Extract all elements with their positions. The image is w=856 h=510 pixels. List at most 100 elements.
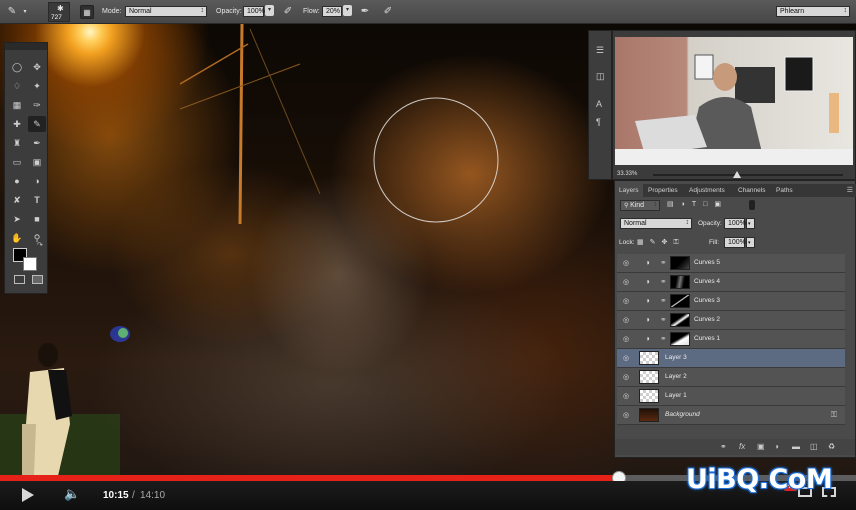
- visibility-eye-icon[interactable]: ◎: [623, 411, 629, 419]
- trash-icon[interactable]: ♻: [828, 442, 835, 451]
- visibility-eye-icon[interactable]: ◎: [623, 278, 629, 286]
- folder-icon[interactable]: ▬: [792, 442, 800, 451]
- chevron-down-icon[interactable]: ▾: [18, 5, 32, 19]
- tab-layers[interactable]: Layers: [615, 184, 643, 197]
- move-tool-icon[interactable]: ✥: [28, 59, 46, 75]
- mask-link-icon[interactable]: ⚭: [660, 277, 667, 286]
- mask-link-icon[interactable]: ⚭: [660, 296, 667, 305]
- visibility-eye-icon[interactable]: ◎: [623, 259, 629, 267]
- shape-filter-icon[interactable]: □: [703, 201, 714, 208]
- path-selection-icon[interactable]: ➤: [8, 211, 26, 227]
- layer-row-curves-2[interactable]: ◎ ◑ ⚭ Curves 2: [617, 311, 845, 330]
- lasso-tool-icon[interactable]: ◯: [8, 59, 26, 75]
- eraser-icon[interactable]: ▭: [8, 154, 26, 170]
- layer-thumbnail[interactable]: [639, 370, 659, 384]
- visibility-eye-icon[interactable]: ◎: [623, 297, 629, 305]
- layer-mask-thumbnail[interactable]: [670, 294, 690, 308]
- new-layer-icon[interactable]: ◫: [810, 442, 818, 451]
- fill-input[interactable]: 100%: [724, 237, 746, 248]
- smart-filter-icon[interactable]: ▣: [714, 201, 728, 208]
- pressure-size-icon[interactable]: ✐: [381, 5, 395, 19]
- eyedropper-icon[interactable]: ✑: [28, 97, 46, 113]
- tab-adjustments[interactable]: Adjustments: [689, 187, 725, 194]
- zoom-slider[interactable]: [653, 171, 843, 178]
- zoom-slider-handle[interactable]: [733, 171, 741, 178]
- type-filter-icon[interactable]: T: [692, 201, 703, 208]
- stamp-tool-icon[interactable]: ♜: [8, 135, 26, 151]
- filter-kind-select[interactable]: ⚲ Kind: [620, 200, 660, 211]
- layer-opacity-dropdown-icon[interactable]: ▾: [746, 218, 755, 229]
- shape-tool-icon[interactable]: ■: [28, 211, 46, 227]
- visibility-eye-icon[interactable]: ◎: [623, 335, 629, 343]
- mask-link-icon[interactable]: ⚭: [660, 258, 667, 267]
- brush-tool-icon[interactable]: ✎: [5, 5, 19, 19]
- hand-tool-icon[interactable]: ✋: [8, 230, 26, 246]
- mask-icon[interactable]: ▣: [757, 442, 765, 451]
- zoom-level[interactable]: 33.33%: [617, 171, 637, 177]
- adjustment-icon[interactable]: ◑: [774, 442, 779, 451]
- pixel-filter-icon[interactable]: ▤: [667, 201, 681, 208]
- swap-colors-icon[interactable]: ↷: [37, 241, 43, 249]
- healing-brush-icon[interactable]: ✚: [8, 116, 26, 132]
- lock-transparency-icon[interactable]: ▦: [637, 239, 650, 246]
- fx-icon[interactable]: fx: [739, 442, 745, 451]
- tab-properties[interactable]: Properties: [648, 187, 678, 194]
- layer-opacity-input[interactable]: 100%: [724, 218, 746, 229]
- brush-tool-icon[interactable]: ✎: [28, 116, 46, 132]
- flow-dropdown-icon[interactable]: ▾: [343, 5, 352, 16]
- tools-panel-header[interactable]: [5, 43, 47, 50]
- lock-pixels-icon[interactable]: ✎: [650, 239, 662, 246]
- mask-link-icon[interactable]: ⚭: [660, 334, 667, 343]
- layer-thumbnail[interactable]: [639, 408, 659, 422]
- paragraph-icon[interactable]: ¶: [596, 117, 601, 127]
- visibility-eye-icon[interactable]: ◎: [623, 373, 629, 381]
- layer-row-background[interactable]: ◎ Background ⚿: [617, 406, 845, 425]
- filter-icons[interactable]: ▤◑T□▣: [667, 200, 728, 208]
- layer-row-layer-1[interactable]: ◎ Layer 1: [617, 387, 845, 406]
- layer-thumbnail[interactable]: [639, 351, 659, 365]
- workspace-select[interactable]: Phlearn: [776, 6, 850, 17]
- visibility-eye-icon[interactable]: ◎: [623, 316, 629, 324]
- volume-icon[interactable]: 🔈: [64, 486, 80, 502]
- brush-preset-picker[interactable]: ✱ 727: [48, 2, 70, 22]
- pressure-opacity-icon[interactable]: ✐: [281, 5, 295, 19]
- visibility-eye-icon[interactable]: ◎: [623, 392, 629, 400]
- quick-mask-icon[interactable]: [14, 275, 25, 284]
- blend-mode-select[interactable]: Normal: [620, 218, 692, 229]
- clone-source-icon[interactable]: ◫: [596, 71, 605, 82]
- crop-tool-icon[interactable]: ▦: [8, 97, 26, 113]
- mask-link-icon[interactable]: ⚭: [660, 315, 667, 324]
- lock-icons[interactable]: ▦✎✥⚿: [637, 238, 685, 247]
- layer-mask-thumbnail[interactable]: [670, 275, 690, 289]
- fill-dropdown-icon[interactable]: ▾: [746, 237, 755, 248]
- filter-toggle[interactable]: [749, 200, 755, 210]
- pen-tool-icon[interactable]: ✘: [8, 192, 26, 208]
- history-brush-icon[interactable]: ✒: [28, 135, 46, 151]
- layer-mask-thumbnail[interactable]: [670, 256, 690, 270]
- flow-input[interactable]: 20%: [322, 6, 342, 17]
- mode-select[interactable]: Normal: [125, 6, 207, 17]
- dodge-tool-icon[interactable]: ◑: [28, 173, 46, 189]
- layer-row-curves-5[interactable]: ◎ ◑ ⚭ Curves 5: [617, 254, 845, 273]
- panel-menu-icon[interactable]: ☰: [847, 186, 853, 194]
- blur-tool-icon[interactable]: ●: [8, 173, 26, 189]
- layer-row-layer-2[interactable]: ◎ Layer 2: [617, 368, 845, 387]
- character-icon[interactable]: A: [596, 99, 602, 109]
- lock-all-icon[interactable]: ⚿: [673, 239, 684, 246]
- play-icon[interactable]: [22, 488, 34, 502]
- layer-mask-thumbnail[interactable]: [670, 313, 690, 327]
- adjustment-filter-icon[interactable]: ◑: [681, 201, 692, 208]
- polygon-lasso-icon[interactable]: ♢: [8, 78, 26, 94]
- brush-panel-toggle-icon[interactable]: ▦: [80, 5, 94, 19]
- layer-mask-thumbnail[interactable]: [670, 332, 690, 346]
- layer-row-curves-1[interactable]: ◎ ◑ ⚭ Curves 1: [617, 330, 845, 349]
- brush-presets-icon[interactable]: ☰: [596, 45, 604, 56]
- background-color-swatch[interactable]: [23, 257, 37, 271]
- screen-mode-icon[interactable]: [32, 275, 43, 284]
- magic-wand-icon[interactable]: ✦: [28, 78, 46, 94]
- layer-row-curves-4[interactable]: ◎ ◑ ⚭ Curves 4: [617, 273, 845, 292]
- opacity-dropdown-icon[interactable]: ▾: [265, 5, 274, 16]
- airbrush-icon[interactable]: ✒: [358, 5, 372, 19]
- link-icon[interactable]: ⚭: [720, 442, 727, 451]
- tab-channels[interactable]: Channels: [738, 187, 765, 194]
